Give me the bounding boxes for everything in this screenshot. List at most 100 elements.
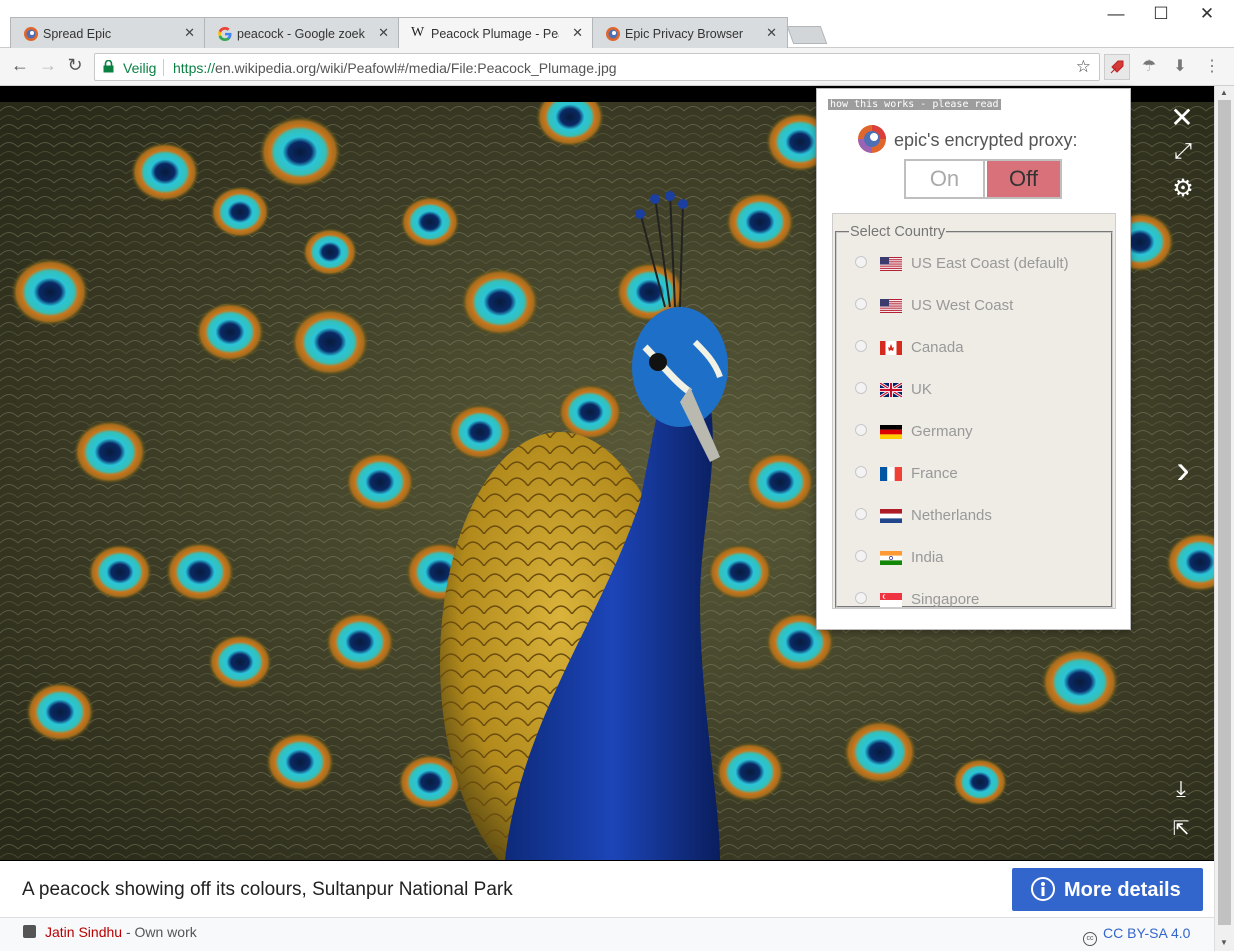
scrollbar-thumb[interactable]	[1218, 100, 1231, 925]
browser-toolbar: ← → ↻ Veilig https://en.wikipedia.org/wi…	[0, 48, 1234, 86]
country-option[interactable]: India	[855, 547, 1105, 569]
proxy-title-text: epic's encrypted proxy:	[894, 130, 1078, 150]
sg-flag-icon	[880, 593, 902, 607]
bookmark-star-icon[interactable]: ☆	[1076, 57, 1091, 77]
credit-bar: Jatin Sindhu - Own work cc CC BY-SA 4.0	[0, 917, 1214, 951]
forward-icon[interactable]: →	[37, 55, 59, 76]
url-path: en.wikipedia.org/wiki/Peafowl#/media/Fil…	[215, 60, 617, 76]
author-link[interactable]: Jatin Sindhu	[45, 924, 122, 940]
country-option[interactable]: UK	[855, 379, 1105, 401]
umbrella-icon[interactable]: ☂	[1136, 54, 1162, 80]
share-icon[interactable]: ⇱	[1166, 816, 1196, 841]
country-name: Singapore	[911, 591, 980, 608]
country-option[interactable]: Singapore	[855, 589, 1105, 611]
close-icon[interactable]: ✕	[378, 25, 389, 41]
proxy-on-button[interactable]: On	[906, 161, 985, 197]
feather-eye	[25, 682, 95, 742]
radio-button[interactable]	[855, 298, 867, 310]
ca-flag-icon	[880, 341, 902, 355]
proxy-off-button[interactable]: Off	[987, 161, 1060, 197]
feather-eye	[165, 542, 235, 602]
country-fieldset: Select Country US East Coast (default) US…	[835, 224, 1113, 608]
us-flag-icon	[880, 299, 902, 313]
info-icon	[1031, 877, 1055, 901]
tab-strip: Spread Epic ✕ peacock - Google zoeken ✕ …	[0, 0, 1234, 49]
feather-eye	[952, 758, 1008, 806]
country-name: UK	[911, 381, 932, 398]
minimize-icon[interactable]: —	[1101, 4, 1131, 24]
country-name: Netherlands	[911, 507, 992, 524]
tab-peacock-plumage[interactable]: W Peacock Plumage - Peafowl ✕	[398, 17, 594, 49]
url-text[interactable]: https://en.wikipedia.org/wiki/Peafowl#/m…	[173, 60, 617, 76]
feather-eye	[130, 142, 200, 202]
close-icon[interactable]: ✕	[766, 25, 777, 41]
country-option[interactable]: US East Coast (default)	[855, 253, 1105, 275]
feather-eye	[207, 634, 273, 690]
proxy-toggle[interactable]: On Off	[904, 159, 1062, 199]
feather-eye	[195, 302, 265, 362]
feather-eye	[745, 452, 815, 512]
country-name: France	[911, 465, 958, 482]
more-details-button[interactable]: More details	[1012, 868, 1203, 911]
de-flag-icon	[880, 425, 902, 439]
scroll-down-icon[interactable]: ▼	[1220, 938, 1228, 947]
wikipedia-icon: W	[411, 25, 425, 40]
country-option[interactable]: Germany	[855, 421, 1105, 443]
license-label: CC BY-SA 4.0	[1103, 925, 1191, 941]
new-tab-button[interactable]	[786, 26, 828, 44]
country-option[interactable]: Netherlands	[855, 505, 1105, 527]
next-image-icon[interactable]: ›	[1168, 448, 1198, 493]
download-image-icon[interactable]: ⤓	[1166, 776, 1196, 802]
tab-title: peacock - Google zoeken	[237, 27, 365, 41]
country-option[interactable]: Canada	[855, 337, 1105, 359]
maximize-icon[interactable]: ☐	[1146, 4, 1176, 24]
radio-button[interactable]	[855, 340, 867, 352]
feather-eye	[843, 720, 917, 784]
how-it-works-link[interactable]: how this works - please read	[828, 99, 1001, 110]
close-window-icon[interactable]: ✕	[1192, 4, 1222, 24]
radio-button[interactable]	[855, 256, 867, 268]
radio-button[interactable]	[855, 382, 867, 394]
feather-eye	[210, 186, 270, 238]
tab-title: Epic Privacy Browser	[625, 27, 744, 41]
reload-icon[interactable]: ↻	[64, 55, 86, 76]
nl-flag-icon	[880, 509, 902, 523]
country-name: US East Coast (default)	[911, 255, 1069, 272]
gear-icon[interactable]: ⚙	[1168, 174, 1198, 203]
radio-button[interactable]	[855, 424, 867, 436]
menu-icon[interactable]: ⋮	[1199, 54, 1225, 80]
google-icon	[218, 27, 232, 41]
radio-button[interactable]	[855, 508, 867, 520]
close-icon[interactable]: ✕	[184, 25, 195, 41]
tab-epic-privacy-browser[interactable]: Epic Privacy Browser ✕	[592, 17, 788, 48]
country-name: Germany	[911, 423, 973, 440]
country-option[interactable]: US West Coast	[855, 295, 1105, 317]
fr-flag-icon	[880, 467, 902, 481]
tab-title: Spread Epic	[43, 27, 112, 41]
epic-proxy-extension-icon[interactable]	[1104, 54, 1130, 80]
tab-spread-epic[interactable]: Spread Epic ✕	[10, 17, 206, 48]
fullscreen-icon[interactable]: ⤢	[1168, 138, 1198, 164]
address-bar[interactable]: Veilig https://en.wikipedia.org/wiki/Pea…	[94, 53, 1100, 81]
tab-google-search[interactable]: peacock - Google zoeken ✕	[204, 17, 400, 48]
back-icon[interactable]: ←	[9, 55, 31, 76]
country-legend: Select Country	[850, 224, 946, 240]
license-link[interactable]: cc CC BY-SA 4.0	[1083, 925, 1190, 946]
country-name: Canada	[911, 339, 964, 356]
radio-button[interactable]	[855, 550, 867, 562]
country-option[interactable]: France	[855, 463, 1105, 485]
radio-button[interactable]	[855, 466, 867, 478]
page-scrollbar[interactable]: ▲ ▼	[1214, 86, 1234, 951]
download-icon[interactable]: ⬇	[1167, 54, 1193, 80]
feather-eye	[557, 384, 623, 440]
close-viewer-icon[interactable]: ✕	[1167, 101, 1197, 134]
media-caption-bar: A peacock showing off its colours, Sulta…	[0, 861, 1214, 917]
scroll-up-icon[interactable]: ▲	[1220, 88, 1228, 97]
feather-eye	[325, 612, 395, 672]
epic-logo-icon	[24, 27, 38, 41]
user-icon	[23, 925, 36, 938]
feather-eye	[1040, 648, 1120, 716]
radio-button[interactable]	[855, 592, 867, 604]
tab-title: Peacock Plumage - Peafowl	[431, 27, 559, 41]
close-icon[interactable]: ✕	[572, 25, 583, 41]
